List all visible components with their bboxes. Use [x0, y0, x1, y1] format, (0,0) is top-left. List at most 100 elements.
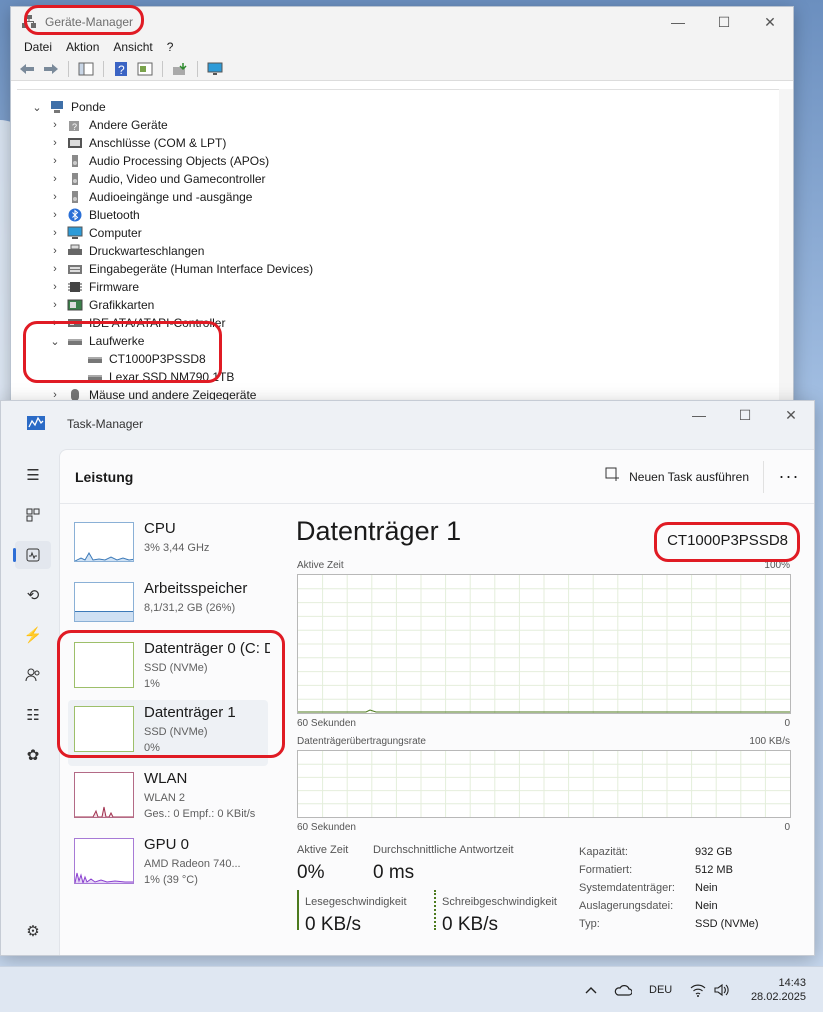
svg-text:?: ? [118, 63, 125, 77]
users-nav-icon[interactable] [15, 661, 51, 689]
chevron-right-icon[interactable]: › [49, 155, 61, 167]
console-tree-icon[interactable] [76, 60, 96, 78]
resource-gpu[interactable]: GPU 0 AMD Radeon 740... 1% (39 °C) [68, 832, 268, 898]
chevron-right-icon[interactable]: › [49, 209, 61, 221]
menu-aktion[interactable]: Aktion [59, 40, 106, 54]
processes-nav-icon[interactable] [15, 501, 51, 529]
chevron-right-icon[interactable]: › [49, 227, 61, 239]
disk-detail-panel: Datenträger 1 CT1000P3PSSD8 Aktive Zeit … [296, 504, 814, 955]
wifi-icon[interactable] [690, 967, 706, 1012]
chevron-right-icon[interactable]: › [49, 281, 61, 293]
response-time-label: Durchschnittliche Antwortzeit [373, 844, 514, 856]
device-category[interactable]: ›? Andere Geräte [49, 116, 168, 134]
graph1-time: 60 Sekunden [297, 718, 356, 729]
properties-icon[interactable] [135, 60, 155, 78]
active-time-label: Aktive Zeit [297, 844, 349, 856]
resource-sub: Ges.: 0 Empf.: 0 KBit/s [144, 808, 256, 820]
maximize-button[interactable]: ☐ [722, 401, 768, 429]
chevron-right-icon[interactable]: › [49, 119, 61, 131]
speaker-icon [67, 172, 83, 186]
device-category[interactable]: › Audio Processing Objects (APOs) [49, 152, 269, 170]
close-button[interactable]: ✕ [747, 7, 793, 37]
help-icon[interactable]: ? [111, 60, 131, 78]
chevron-right-icon[interactable]: › [49, 191, 61, 203]
volume-icon[interactable] [714, 967, 730, 1012]
minimize-button[interactable]: — [676, 401, 722, 429]
onedrive-cloud-icon[interactable] [614, 967, 632, 1012]
details-nav-icon[interactable]: ☷ [15, 701, 51, 729]
disk-drive-icon [67, 334, 83, 348]
settings-gear-icon[interactable]: ⚙ [15, 917, 51, 945]
resource-memory[interactable]: Arbeitsspeicher 8,1/31,2 GB (26%) [68, 576, 268, 642]
performance-nav-icon[interactable] [13, 541, 51, 569]
chevron-right-icon[interactable]: › [49, 263, 61, 275]
disk0-thumbnail-graph [74, 642, 134, 688]
device-category-label: Grafikkarten [89, 298, 155, 312]
vertical-scrollbar[interactable] [779, 89, 793, 403]
property-value: Nein [695, 882, 718, 894]
device-category-label: Computer [89, 226, 142, 240]
property-value: Nein [695, 900, 718, 912]
resource-disk-0[interactable]: Datenträger 0 (C: D SSD (NVMe) 1% [68, 636, 270, 702]
startup-apps-nav-icon[interactable]: ⚡ [15, 621, 51, 649]
device-category[interactable]: › Audio, Video und Gamecontroller [49, 170, 265, 188]
cpu-thumbnail-graph [74, 522, 134, 562]
maximize-button[interactable]: ☐ [701, 7, 747, 37]
chevron-right-icon[interactable]: › [49, 137, 61, 149]
wlan-thumbnail-graph [74, 772, 134, 818]
device-item[interactable]: Lexar SSD NM790 1TB [87, 368, 234, 386]
language-indicator[interactable]: DEU [649, 967, 672, 1012]
forward-icon[interactable] [41, 60, 61, 78]
chevron-right-icon[interactable]: › [49, 173, 61, 185]
device-category[interactable]: › Eingabegeräte (Human Interface Devices) [49, 260, 313, 278]
taskbar: DEU 14:43 28.02.2025 [0, 966, 823, 1012]
device-category[interactable]: › Druckwarteschlangen [49, 242, 204, 260]
menu-datei[interactable]: Datei [17, 40, 59, 54]
device-category[interactable]: › Anschlüsse (COM & LPT) [49, 134, 226, 152]
update-driver-icon[interactable] [170, 60, 190, 78]
resource-cpu[interactable]: CPU 3% 3,44 GHz [68, 516, 268, 582]
more-options-button[interactable]: ··· [764, 466, 814, 487]
svg-text:?: ? [72, 122, 77, 132]
chevron-right-icon[interactable]: › [49, 299, 61, 311]
menu-ansicht[interactable]: Ansicht [106, 40, 159, 54]
services-nav-icon[interactable]: ✿ [15, 741, 51, 769]
task-manager-titlebar[interactable]: Task-Manager — ☐ ✕ [1, 401, 814, 447]
chevron-down-icon[interactable]: ⌄ [49, 335, 61, 348]
menu-help[interactable]: ? [160, 40, 181, 54]
back-icon[interactable] [17, 60, 37, 78]
resource-disk-1[interactable]: Datenträger 1 SSD (NVMe) 0% [68, 700, 268, 766]
device-manager-titlebar[interactable]: Geräte-Manager — ☐ ✕ [11, 7, 793, 37]
chevron-right-icon[interactable]: › [49, 245, 61, 257]
property-value: SSD (NVMe) [695, 918, 759, 930]
scan-hardware-icon[interactable] [205, 60, 225, 78]
device-category[interactable]: › Audioeingänge und -ausgänge [49, 188, 252, 206]
tree-root[interactable]: ⌄ Ponde [31, 98, 105, 116]
app-history-nav-icon[interactable]: ⟲ [15, 581, 51, 609]
resource-wlan[interactable]: WLAN WLAN 2 Ges.: 0 Empf.: 0 KBit/s [68, 766, 268, 832]
chevron-down-icon[interactable]: ⌄ [31, 101, 43, 114]
hamburger-menu-icon[interactable]: ☰ [15, 461, 51, 489]
toolbar: ? [11, 57, 793, 81]
device-item[interactable]: CT1000P3PSSD8 [87, 350, 206, 368]
chevron-right-icon[interactable]: › [49, 317, 61, 329]
run-new-task-label: Neuen Task ausführen [629, 469, 749, 484]
device-category[interactable]: › Grafikkarten [49, 296, 154, 314]
device-category-label: Audioeingänge und -ausgänge [89, 190, 253, 204]
clock[interactable]: 14:43 28.02.2025 [744, 967, 806, 1012]
device-item-label: CT1000P3PSSD8 [109, 352, 206, 366]
device-category[interactable]: › Firmware [49, 278, 139, 296]
minimize-button[interactable]: — [655, 7, 701, 37]
resource-sub: AMD Radeon 740... [144, 858, 241, 870]
resource-sub: SSD (NVMe) [144, 726, 208, 738]
device-category[interactable]: ⌄ Laufwerke [49, 332, 144, 350]
device-category[interactable]: › Computer [49, 224, 142, 242]
run-new-task-button[interactable]: Neuen Task ausführen [605, 460, 764, 493]
show-hidden-icons-chevron-icon[interactable] [585, 967, 597, 1012]
device-category[interactable]: › IDE ATA/ATAPI-Controller [49, 314, 225, 332]
device-category[interactable]: › Bluetooth [49, 206, 140, 224]
close-button[interactable]: ✕ [768, 401, 814, 429]
resource-sub: WLAN 2 [144, 792, 185, 804]
resource-name: CPU [144, 520, 176, 537]
unknown-device-icon: ? [67, 118, 83, 132]
